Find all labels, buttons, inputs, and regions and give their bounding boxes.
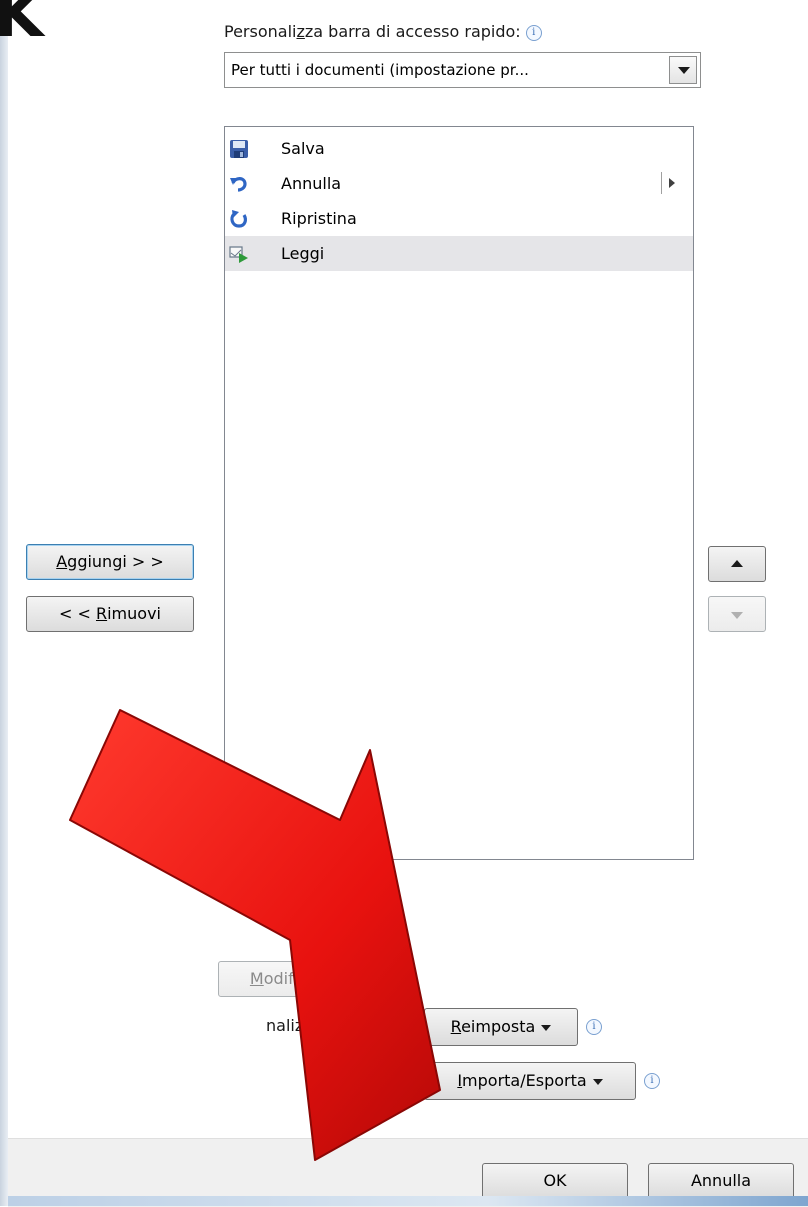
list-item-salva[interactable]: Salva (225, 131, 693, 166)
window-bottom-edge (8, 1196, 808, 1206)
chevron-down-icon (592, 1078, 603, 1085)
info-icon[interactable]: i (586, 1019, 602, 1035)
move-down-button[interactable] (708, 596, 766, 632)
move-up-button[interactable] (708, 546, 766, 582)
submenu-arrow-icon[interactable] (661, 172, 682, 194)
qat-commands-list[interactable]: Salva Annulla Ripristina Leggi (224, 126, 694, 860)
import-export-dropdown[interactable]: Importa/Esporta (424, 1062, 636, 1100)
list-item-annulla[interactable]: Annulla (225, 166, 693, 201)
list-item-leggi[interactable]: Leggi (225, 236, 693, 271)
reset-dropdown[interactable]: Reimposta (424, 1008, 578, 1046)
read-icon (229, 246, 248, 263)
modify-button[interactable]: Modifica... (218, 961, 364, 997)
background-window (0, 0, 8, 1206)
add-button[interactable]: Aggiungi > > (26, 544, 194, 580)
qat-scope-select[interactable]: Per tutti i documenti (impostazione pr..… (224, 52, 701, 88)
chevron-down-icon[interactable] (669, 56, 697, 84)
save-icon (230, 140, 248, 158)
cancel-button[interactable]: Annulla (648, 1163, 794, 1199)
info-icon[interactable]: i (525, 24, 542, 41)
undo-icon (230, 177, 247, 192)
info-icon[interactable]: i (644, 1073, 660, 1089)
background-window-text: K (0, 0, 44, 52)
ok-button[interactable]: OK (482, 1163, 628, 1199)
customizations-label: nalizzazi i: (266, 1016, 355, 1035)
list-item-ripristina[interactable]: Ripristina (225, 201, 693, 236)
redo-icon (230, 210, 247, 228)
customize-quick-access-dialog: Personalizza barra di accesso rapido: i … (8, 0, 808, 1207)
remove-button[interactable]: < < Rimuovi (26, 596, 194, 632)
chevron-down-icon (541, 1024, 552, 1031)
qat-customize-label: Personalizza barra di accesso rapido: i (224, 22, 542, 41)
